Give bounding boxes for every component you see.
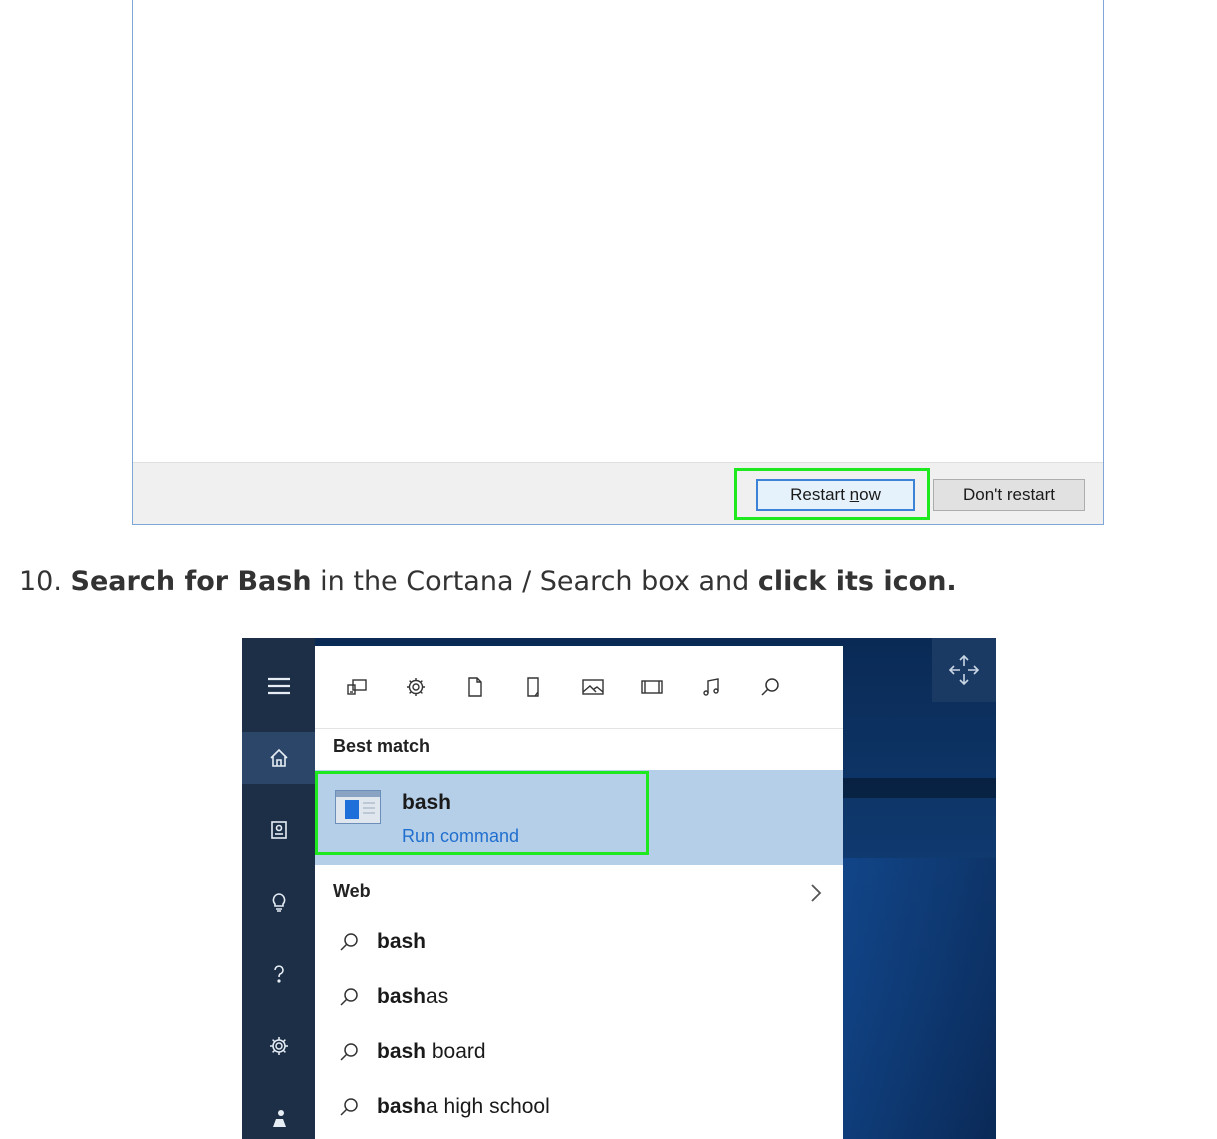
web-result[interactable]: bash: [315, 916, 843, 970]
step-middle-text: in the Cortana / Search box and: [311, 566, 758, 597]
dialog-body: [133, 0, 1103, 462]
restart-now-label-pre: Restart: [790, 485, 850, 504]
videos-icon: [641, 680, 663, 694]
settings-icon: [269, 1037, 288, 1055]
search-icon: [340, 988, 358, 1006]
run-command-icon: [335, 790, 381, 824]
filter-folders-button[interactable]: [511, 667, 557, 707]
search-icon: [340, 933, 358, 951]
apps-icon: [347, 679, 367, 695]
step-instruction: 10. Search for Bash in the Cortana / Sea…: [19, 562, 957, 602]
dialog-footer: Restart n ow Don't restart: [133, 462, 1103, 524]
cortana-search-screenshot: Best match bash Run command Web bash bas…: [242, 638, 996, 1139]
best-match-subtitle: Run command: [402, 826, 520, 846]
search-icon: [340, 1043, 358, 1061]
filter-documents-button[interactable]: [452, 667, 498, 707]
rail-help-button[interactable]: [242, 948, 315, 1000]
filter-web-search-button[interactable]: [747, 667, 793, 707]
rail-tips-button[interactable]: [242, 876, 315, 928]
filter-divider: [315, 728, 843, 729]
desktop-glow: [842, 858, 996, 1139]
restart-now-mnemonic: n: [849, 485, 860, 504]
search-icon: [340, 1098, 358, 1116]
web-result[interactable]: bashas: [315, 971, 843, 1025]
restart-dialog: Restart n ow Don't restart: [132, 0, 1104, 525]
step-bold-target: click its icon.: [757, 566, 957, 597]
tips-icon: [272, 893, 285, 912]
web-result-text: bash: [377, 930, 427, 953]
dont-restart-button[interactable]: Don't restart: [933, 479, 1085, 511]
filter-settings-button[interactable]: [393, 667, 439, 707]
settings-icon: [407, 678, 425, 696]
filter-apps-button[interactable]: [334, 667, 380, 707]
web-result-text: bashas: [377, 985, 449, 1008]
help-icon: [273, 965, 284, 983]
move-button[interactable]: [932, 638, 996, 702]
filter-videos-button[interactable]: [629, 667, 675, 707]
search-filter-bar: [315, 646, 843, 728]
best-match-name: bash: [402, 791, 452, 814]
step-number: 10.: [19, 566, 62, 597]
best-match-heading: Best match: [333, 736, 431, 756]
chevron-right-icon[interactable]: [803, 881, 827, 905]
home-icon: [269, 748, 288, 767]
rail-menu-button[interactable]: [242, 660, 315, 712]
filter-music-button[interactable]: [688, 667, 734, 707]
documents-icon: [468, 677, 482, 697]
step-bold-action: Search for Bash: [70, 566, 312, 597]
restart-now-button[interactable]: Restart n ow: [756, 479, 915, 511]
web-result[interactable]: basha high school: [315, 1081, 843, 1135]
web-result-text: basha high school: [377, 1095, 550, 1118]
restart-now-label-post: ow: [859, 485, 881, 504]
move-arrows-icon: [948, 654, 980, 686]
search-results-panel: Best match bash Run command Web bash bas…: [315, 646, 843, 1139]
rail-home-button[interactable]: [242, 732, 315, 784]
photos-icon: [582, 679, 604, 695]
cortana-left-rail: [242, 638, 315, 1139]
search-icon: [761, 678, 779, 696]
rail-settings-button[interactable]: [242, 1020, 315, 1072]
web-heading: Web: [333, 881, 371, 901]
notebook-icon: [270, 821, 287, 839]
menu-icon: [267, 677, 290, 695]
folders-icon: [527, 677, 539, 697]
filter-photos-button[interactable]: [570, 667, 616, 707]
desktop-band: [842, 778, 996, 798]
web-result-text: bash board: [377, 1040, 486, 1063]
best-match-result-bash[interactable]: bash Run command: [315, 770, 843, 865]
rail-feedback-button[interactable]: [242, 1092, 315, 1139]
rail-notebook-button[interactable]: [242, 804, 315, 856]
feedback-icon: [272, 1110, 286, 1127]
music-icon: [703, 678, 719, 696]
web-result[interactable]: bash board: [315, 1026, 843, 1080]
